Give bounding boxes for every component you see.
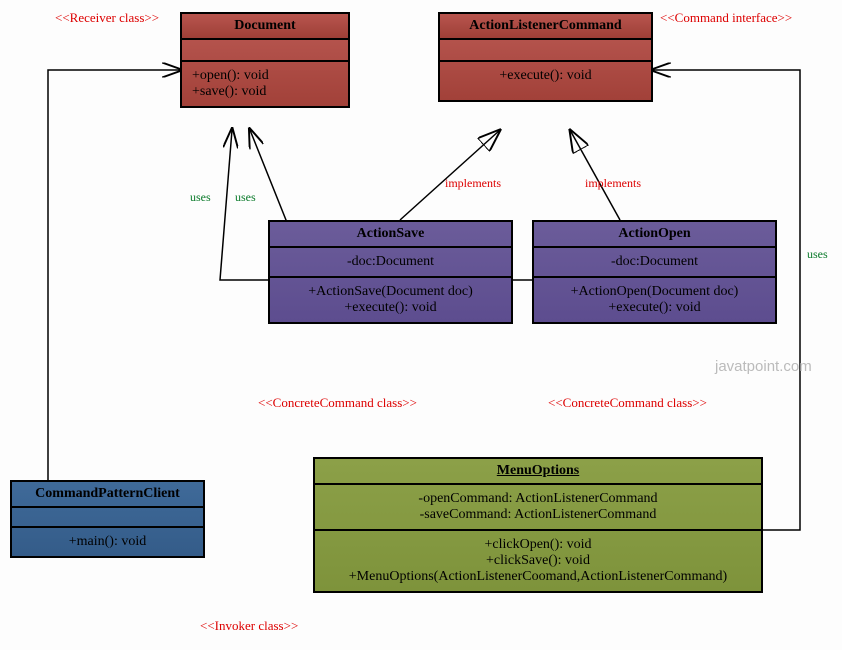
ctor: +ActionOpen(Document doc) — [544, 284, 765, 300]
attr-doc: -doc:Document — [280, 254, 501, 270]
method-execute: +execute(): void — [450, 68, 641, 84]
class-attributes: -openCommand: ActionListenerCommand -sav… — [315, 485, 761, 531]
uml-diagram: Document +open(): void +save(): void Act… — [0, 0, 842, 650]
class-methods: +open(): void +save(): void — [182, 62, 348, 106]
class-attributes: -doc:Document — [534, 248, 775, 278]
class-command-pattern-client: CommandPatternClient +main(): void — [10, 480, 205, 558]
class-attributes-empty — [182, 40, 348, 62]
method-click-open: +clickOpen(): void — [325, 537, 751, 553]
class-title: ActionOpen — [534, 222, 775, 248]
stereotype-concrete-command-1: <<ConcreteCommand class>> — [258, 395, 417, 411]
stereotype-concrete-command-2: <<ConcreteCommand class>> — [548, 395, 707, 411]
class-methods: +clickOpen(): void +clickSave(): void +M… — [315, 531, 761, 591]
class-action-listener-command: ActionListenerCommand +execute(): void — [438, 12, 653, 102]
class-title: ActionListenerCommand — [440, 14, 651, 40]
attr-open-command: -openCommand: ActionListenerCommand — [325, 491, 751, 507]
label-implements-2: implements — [585, 176, 641, 191]
class-title: MenuOptions — [315, 459, 761, 485]
ctor: +MenuOptions(ActionListenerCoomand,Actio… — [325, 569, 751, 585]
class-document: Document +open(): void +save(): void — [180, 12, 350, 108]
label-implements-1: implements — [445, 176, 501, 191]
label-uses-3: uses — [807, 247, 828, 262]
watermark: javatpoint.com — [715, 358, 812, 375]
ctor: +ActionSave(Document doc) — [280, 284, 501, 300]
attr-save-command: -saveCommand: ActionListenerCommand — [325, 507, 751, 523]
method-save: +save(): void — [192, 84, 338, 100]
class-action-save: ActionSave -doc:Document +ActionSave(Doc… — [268, 220, 513, 324]
class-title: CommandPatternClient — [12, 482, 203, 508]
class-title: Document — [182, 14, 348, 40]
class-methods: +execute(): void — [440, 62, 651, 100]
method-execute: +execute(): void — [544, 300, 765, 316]
class-title: ActionSave — [270, 222, 511, 248]
class-attributes: -doc:Document — [270, 248, 511, 278]
class-attributes-empty — [440, 40, 651, 62]
class-attributes-empty — [12, 508, 203, 528]
method-main: +main(): void — [22, 534, 193, 550]
class-menu-options: MenuOptions -openCommand: ActionListener… — [313, 457, 763, 593]
class-methods: +ActionSave(Document doc) +execute(): vo… — [270, 278, 511, 322]
stereotype-command-interface: <<Command interface>> — [660, 10, 792, 26]
class-methods: +main(): void — [12, 528, 203, 556]
class-action-open: ActionOpen -doc:Document +ActionOpen(Doc… — [532, 220, 777, 324]
attr-doc: -doc:Document — [544, 254, 765, 270]
class-methods: +ActionOpen(Document doc) +execute(): vo… — [534, 278, 775, 322]
label-uses-1: uses — [190, 190, 211, 205]
method-open: +open(): void — [192, 68, 338, 84]
label-uses-2: uses — [235, 190, 256, 205]
stereotype-receiver: <<Receiver class>> — [55, 10, 159, 26]
method-click-save: +clickSave(): void — [325, 553, 751, 569]
method-execute: +execute(): void — [280, 300, 501, 316]
stereotype-invoker: <<Invoker class>> — [200, 618, 298, 634]
